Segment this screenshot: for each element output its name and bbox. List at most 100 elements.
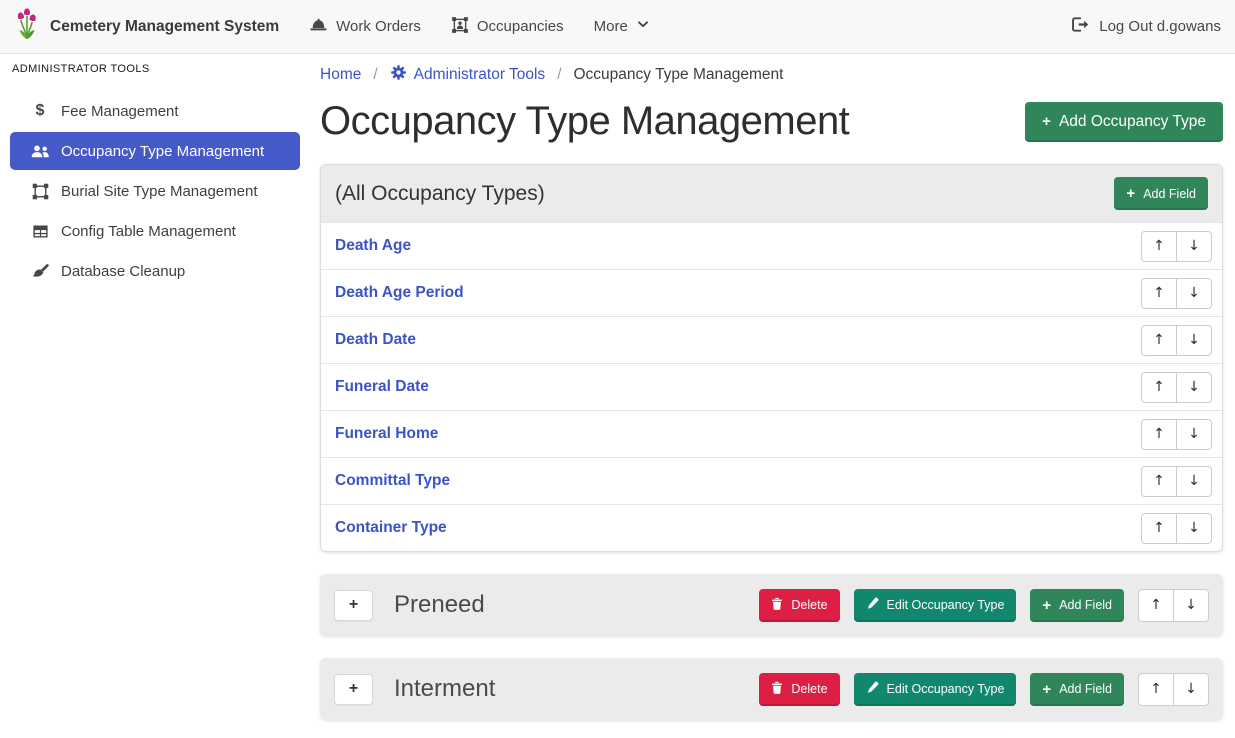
nav-work-orders[interactable]: Work Orders [309, 16, 421, 37]
delete-button[interactable]: Delete [759, 589, 839, 622]
all-occupancy-types-card: (All Occupancy Types) + Add Field Death … [320, 164, 1223, 552]
nav-occupancies-label: Occupancies [477, 18, 564, 35]
delete-button[interactable]: Delete [759, 673, 839, 706]
field-link-container-type[interactable]: Container Type [335, 519, 447, 537]
chevron-down-icon [636, 18, 650, 35]
sidebar: ADMINISTRATOR TOOLS $ Fee Management Occ… [0, 54, 310, 738]
edit-occupancy-type-button[interactable]: Edit Occupancy Type [854, 589, 1017, 622]
add-field-label: Add Field [1059, 598, 1112, 612]
field-link-funeral-date[interactable]: Funeral Date [335, 378, 429, 396]
app-brand[interactable]: Cemetery Management System [14, 7, 279, 46]
navbar-links: Work Orders Occupancies More [309, 16, 680, 38]
expand-toggle-button[interactable]: + [334, 674, 373, 705]
section-interment: + Interment Delete [320, 658, 1223, 720]
section-title: Preneed [394, 591, 759, 619]
add-field-button[interactable]: + Add Field [1114, 177, 1208, 210]
reorder-group: ↑ ↓ [1141, 466, 1212, 497]
edit-occupancy-type-button[interactable]: Edit Occupancy Type [854, 673, 1017, 706]
field-row: Container Type ↑ ↓ [321, 504, 1222, 551]
nav-occupancies[interactable]: Occupancies [451, 16, 564, 38]
move-up-button[interactable]: ↑ [1138, 673, 1174, 706]
add-field-button[interactable]: + Add Field [1030, 673, 1124, 706]
sidebar-item-label: Burial Site Type Management [61, 183, 258, 200]
sidebar-item-burial-site-type-management[interactable]: Burial Site Type Management [10, 172, 300, 210]
add-occupancy-type-label: Add Occupancy Type [1059, 113, 1206, 131]
move-down-button[interactable]: ↓ [1176, 419, 1212, 450]
field-link-death-age[interactable]: Death Age [335, 237, 411, 255]
occupancy-plot-icon [451, 16, 469, 38]
sidebar-item-fee-management[interactable]: $ Fee Management [10, 92, 300, 130]
move-up-button[interactable]: ↑ [1141, 325, 1177, 356]
delete-label: Delete [791, 682, 827, 696]
all-occupancy-types-header: (All Occupancy Types) + Add Field [321, 165, 1222, 222]
expand-toggle-button[interactable]: + [334, 590, 373, 621]
nav-work-orders-label: Work Orders [336, 18, 421, 35]
breadcrumb-separator: / [557, 66, 561, 84]
move-down-button[interactable]: ↓ [1176, 372, 1212, 403]
field-row: Committal Type ↑ ↓ [321, 457, 1222, 504]
edit-occupancy-type-label: Edit Occupancy Type [887, 682, 1005, 696]
breadcrumb-separator: / [373, 66, 377, 84]
breadcrumb: Home / Administrator Tool [320, 64, 1223, 86]
breadcrumb-home-link[interactable]: Home [320, 66, 361, 84]
field-row: Funeral Home ↑ ↓ [321, 410, 1222, 457]
add-occupancy-type-button[interactable]: + Add Occupancy Type [1025, 102, 1223, 142]
reorder-group: ↑ ↓ [1141, 419, 1212, 450]
move-up-button[interactable]: ↑ [1141, 466, 1177, 497]
breadcrumb-current: Occupancy Type Management [574, 66, 784, 84]
field-link-death-age-period[interactable]: Death Age Period [335, 284, 464, 302]
field-row: Death Age ↑ ↓ [321, 222, 1222, 269]
move-down-button[interactable]: ↓ [1176, 325, 1212, 356]
trash-icon [771, 597, 783, 613]
plus-icon: + [1126, 186, 1135, 201]
nav-more[interactable]: More [594, 18, 650, 35]
sidebar-heading: ADMINISTRATOR TOOLS [0, 63, 310, 75]
section-title: Interment [394, 675, 759, 703]
sidebar-item-label: Fee Management [61, 103, 179, 120]
pencil-icon [866, 681, 879, 697]
move-down-button[interactable]: ↓ [1176, 466, 1212, 497]
move-up-button[interactable]: ↑ [1138, 589, 1174, 622]
sidebar-item-config-table-management[interactable]: Config Table Management [10, 212, 300, 250]
move-down-button[interactable]: ↓ [1176, 231, 1212, 262]
reorder-group: ↑ ↓ [1141, 231, 1212, 262]
plus-icon: + [1042, 682, 1051, 697]
reorder-group: ↑ ↓ [1141, 372, 1212, 403]
table-icon [28, 224, 52, 239]
breadcrumb-admin-tools-link[interactable]: Administrator Tools [390, 64, 546, 86]
field-link-funeral-home[interactable]: Funeral Home [335, 425, 438, 443]
move-up-button[interactable]: ↑ [1141, 278, 1177, 309]
plus-icon: + [1042, 114, 1051, 129]
add-field-button[interactable]: + Add Field [1030, 589, 1124, 622]
broom-icon [28, 263, 52, 280]
sidebar-item-database-cleanup[interactable]: Database Cleanup [10, 252, 300, 290]
move-down-button[interactable]: ↓ [1173, 673, 1209, 706]
section-actions: Delete Edit Occupancy Type + Add Field ↑ [759, 673, 1209, 706]
tulip-logo-icon [14, 7, 40, 46]
all-occupancy-types-title: (All Occupancy Types) [335, 182, 545, 206]
move-down-button[interactable]: ↓ [1176, 513, 1212, 544]
move-up-button[interactable]: ↑ [1141, 419, 1177, 450]
move-down-button[interactable]: ↓ [1176, 278, 1212, 309]
reorder-group: ↑ ↓ [1138, 673, 1209, 706]
move-down-button[interactable]: ↓ [1173, 589, 1209, 622]
add-field-label: Add Field [1059, 682, 1112, 696]
field-link-death-date[interactable]: Death Date [335, 331, 416, 349]
move-up-button[interactable]: ↑ [1141, 231, 1177, 262]
logout-button[interactable]: Log Out d.gowans [1071, 16, 1221, 37]
field-link-committal-type[interactable]: Committal Type [335, 472, 450, 490]
hard-hat-icon [309, 16, 328, 37]
logout-label: Log Out d.gowans [1099, 18, 1221, 35]
move-up-button[interactable]: ↑ [1141, 513, 1177, 544]
sign-out-icon [1071, 16, 1090, 37]
trash-icon [771, 681, 783, 697]
users-icon [28, 143, 52, 159]
section-preneed: + Preneed Delete [320, 574, 1223, 636]
sidebar-item-occupancy-type-management[interactable]: Occupancy Type Management [10, 132, 300, 170]
delete-label: Delete [791, 598, 827, 612]
field-row: Funeral Date ↑ ↓ [321, 363, 1222, 410]
move-up-button[interactable]: ↑ [1141, 372, 1177, 403]
field-row: Death Date ↑ ↓ [321, 316, 1222, 363]
dollar-icon: $ [28, 102, 52, 120]
sidebar-item-label: Occupancy Type Management [61, 143, 264, 160]
